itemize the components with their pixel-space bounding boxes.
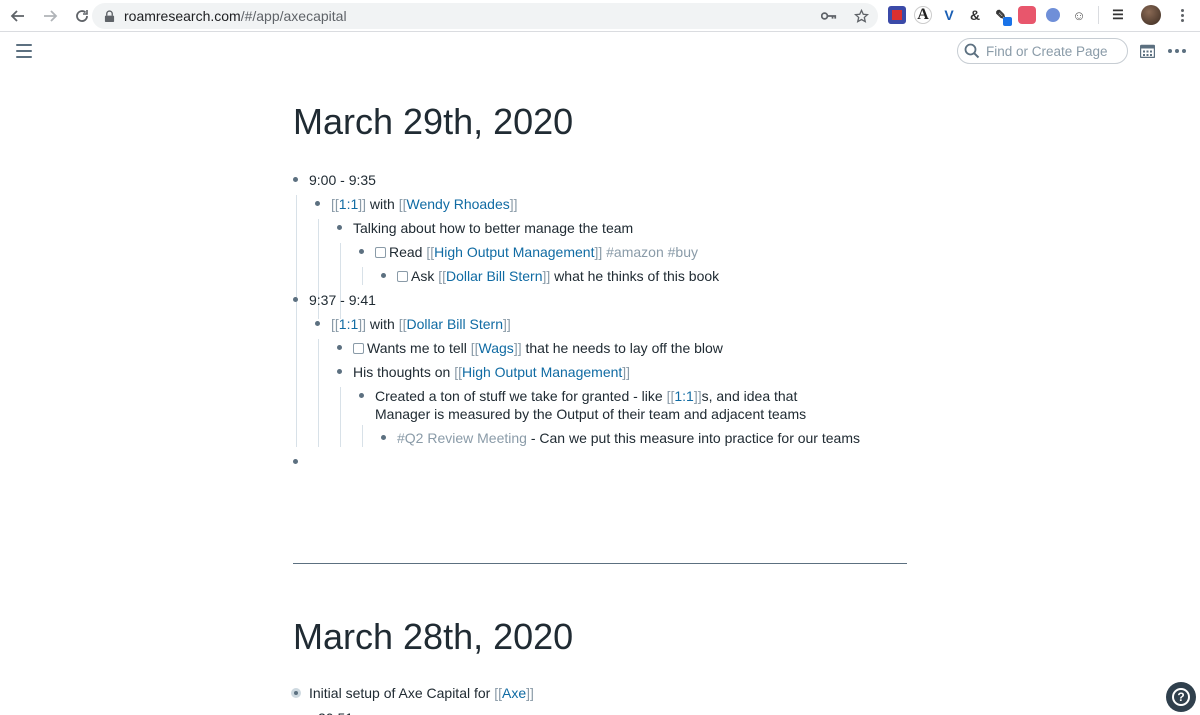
block-bullet[interactable] bbox=[337, 345, 342, 350]
block-bullet[interactable] bbox=[337, 225, 342, 230]
browser-menu-icon[interactable] bbox=[1173, 5, 1191, 25]
block-text-segment: - Can we put this measure into practice … bbox=[530, 430, 860, 446]
question-mark-icon: ? bbox=[1172, 688, 1190, 706]
search-input[interactable] bbox=[986, 43, 1126, 59]
block-bullet[interactable] bbox=[315, 321, 320, 326]
block-text[interactable]: [[1:1]] with [[Dollar Bill Stern]] bbox=[331, 315, 511, 333]
reading-list-icon[interactable]: ☰ bbox=[1109, 6, 1127, 24]
extension-icon-circle[interactable] bbox=[1046, 8, 1060, 22]
page-link[interactable]: 1:1 bbox=[674, 388, 693, 404]
todo-checkbox[interactable] bbox=[353, 343, 364, 354]
forward-button[interactable] bbox=[36, 2, 64, 30]
page-link[interactable]: High Output Management bbox=[434, 244, 594, 260]
page-title[interactable]: March 29th, 2020 bbox=[293, 101, 573, 143]
find-or-create-search[interactable] bbox=[957, 38, 1128, 64]
block-bullet[interactable] bbox=[315, 201, 320, 206]
indent-guide bbox=[340, 387, 341, 447]
page-separator bbox=[293, 563, 907, 564]
extension-icon-1[interactable] bbox=[888, 6, 906, 24]
indent-guide bbox=[362, 267, 363, 285]
indent-guide bbox=[318, 339, 319, 447]
page-link[interactable]: Dollar Bill Stern bbox=[407, 316, 503, 332]
block-bullet[interactable] bbox=[381, 273, 386, 278]
page-link[interactable]: Axe bbox=[502, 685, 526, 701]
block-bullet[interactable] bbox=[381, 435, 386, 440]
extension-icon-pocket[interactable] bbox=[1018, 6, 1036, 24]
forward-arrow-icon bbox=[44, 9, 58, 22]
help-button[interactable]: ? bbox=[1166, 682, 1196, 712]
url-path: /#/app/axecapital bbox=[240, 8, 347, 24]
sidebar-menu-icon[interactable] bbox=[16, 44, 32, 58]
block-bullet[interactable] bbox=[337, 369, 342, 374]
block-text-segment: Initial setup of Axe Capital for bbox=[309, 685, 491, 701]
block-bullet[interactable] bbox=[359, 393, 364, 398]
block-text[interactable]: Talking about how to better manage the t… bbox=[353, 219, 633, 237]
calendar-icon[interactable] bbox=[1140, 44, 1155, 58]
block-text[interactable]: Ask [[Dollar Bill Stern]] what he thinks… bbox=[397, 267, 719, 285]
url-text: roamresearch.com/#/app/axecapital bbox=[124, 8, 347, 24]
extension-icon-pen[interactable]: ✎ bbox=[992, 6, 1012, 26]
collapsed-block-bullet[interactable] bbox=[291, 688, 301, 698]
address-bar[interactable]: roamresearch.com/#/app/axecapital bbox=[92, 3, 878, 29]
page-title[interactable]: March 28th, 2020 bbox=[293, 616, 573, 658]
profile-avatar[interactable] bbox=[1141, 5, 1161, 25]
reload-icon bbox=[76, 9, 88, 22]
todo-checkbox[interactable] bbox=[397, 271, 408, 282]
block-bullet[interactable] bbox=[293, 297, 298, 302]
block-text-continuation[interactable]: Manager is measured by the Output of the… bbox=[375, 405, 806, 423]
block-text[interactable]: 9:37 - 9:41 bbox=[309, 291, 376, 309]
block-text-segment: that he needs to lay off the blow bbox=[525, 340, 723, 356]
partial-block-text[interactable]: 20:51 bbox=[318, 709, 353, 715]
empty-block-bullet[interactable] bbox=[293, 459, 298, 464]
extension-icon-face[interactable]: ☺ bbox=[1070, 6, 1088, 24]
block-bullet[interactable] bbox=[359, 249, 364, 254]
block-text[interactable]: Read [[High Output Management]] #amazon … bbox=[375, 243, 698, 261]
key-icon[interactable] bbox=[820, 7, 838, 25]
indent-guide bbox=[362, 425, 363, 447]
page-link[interactable]: Wags bbox=[479, 340, 514, 356]
tag-link[interactable]: #buy bbox=[668, 244, 698, 260]
block-text-segment: Ask bbox=[411, 268, 435, 284]
block-text-segment: Wants me to tell bbox=[367, 340, 467, 356]
block-text[interactable]: Initial setup of Axe Capital for [[Axe]] bbox=[309, 684, 534, 702]
indent-guide bbox=[296, 315, 297, 447]
block-text-segment: s, and idea that bbox=[701, 388, 798, 404]
block-text-segment: Created a ton of stuff we take for grant… bbox=[375, 388, 663, 404]
extension-icon-ampersand[interactable]: & bbox=[966, 6, 984, 24]
page-link[interactable]: 1:1 bbox=[339, 316, 358, 332]
todo-checkbox[interactable] bbox=[375, 247, 386, 258]
lock-icon bbox=[102, 9, 116, 23]
extension-icon-v[interactable]: V bbox=[940, 6, 958, 24]
block-text-segment: Read bbox=[389, 244, 423, 260]
block-text[interactable]: Wants me to tell [[Wags]] that he needs … bbox=[353, 339, 723, 357]
block-text-segment: what he thinks of this book bbox=[554, 268, 720, 284]
browser-toolbar: roamresearch.com/#/app/axecapital A V & … bbox=[0, 0, 1200, 32]
page-link[interactable]: Dollar Bill Stern bbox=[446, 268, 542, 284]
block-text-segment: with bbox=[369, 196, 395, 212]
tag-link[interactable]: #Q2 Review Meeting bbox=[397, 430, 527, 446]
tag-link[interactable]: #amazon bbox=[606, 244, 664, 260]
block-text[interactable]: His thoughts on [[High Output Management… bbox=[353, 363, 630, 381]
block-bullet[interactable] bbox=[293, 177, 298, 182]
block-text-segment: with bbox=[369, 316, 395, 332]
bookmark-star-icon[interactable] bbox=[852, 7, 870, 25]
extension-icon-font[interactable]: A bbox=[914, 6, 932, 24]
page-link[interactable]: Wendy Rhoades bbox=[407, 196, 510, 212]
search-icon bbox=[964, 43, 980, 59]
page-link[interactable]: High Output Management bbox=[462, 364, 622, 380]
block-text[interactable]: [[1:1]] with [[Wendy Rhoades]] bbox=[331, 195, 518, 213]
block-text[interactable]: #Q2 Review Meeting - Can we put this mea… bbox=[397, 429, 860, 447]
page-link[interactable]: 1:1 bbox=[339, 196, 358, 212]
block-text-segment: His thoughts on bbox=[353, 364, 451, 380]
back-button[interactable] bbox=[4, 2, 32, 30]
block-text[interactable]: 9:00 - 9:35 bbox=[309, 171, 376, 189]
url-host: roamresearch.com bbox=[124, 8, 241, 24]
roam-topbar bbox=[0, 33, 1200, 69]
back-arrow-icon bbox=[10, 9, 24, 22]
block-text[interactable]: Created a ton of stuff we take for grant… bbox=[375, 387, 797, 405]
more-options-icon[interactable] bbox=[1168, 49, 1186, 53]
